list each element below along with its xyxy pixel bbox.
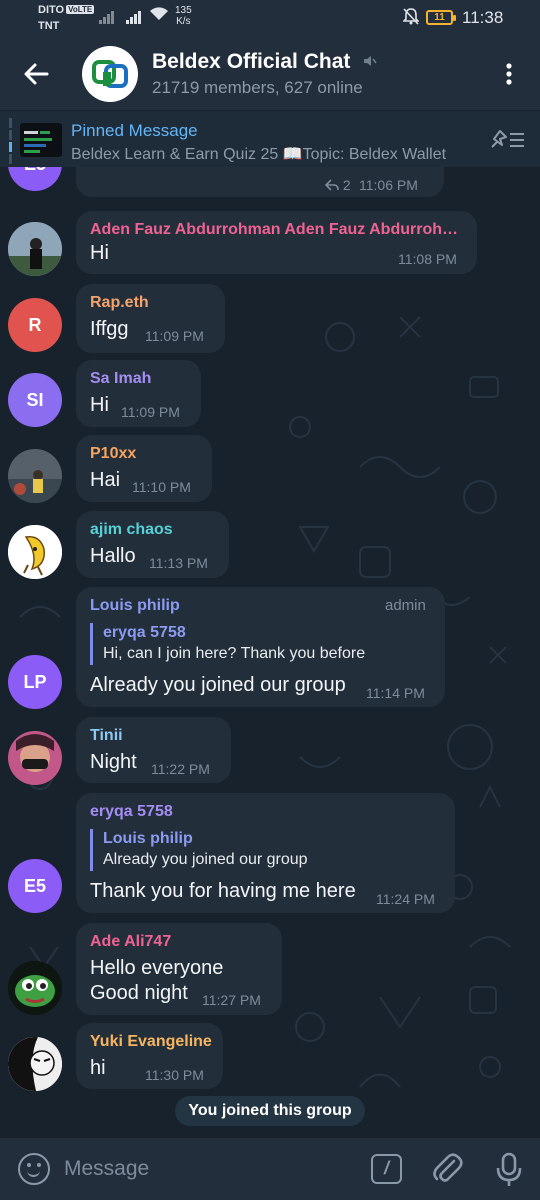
message-sender[interactable]: Yuki Evangeline (90, 1033, 212, 1051)
reply-text: Already you joined our group (103, 851, 308, 868)
message-text: Hallo (90, 545, 136, 567)
message-sender[interactable]: Sa Imah (90, 370, 151, 388)
message-time: 11:22 PM (151, 761, 210, 777)
avatar[interactable]: E5 (8, 859, 62, 913)
message-bubble[interactable]: Yuki Evangeline hi 11:30 PM (76, 1023, 223, 1089)
more-vert-icon (506, 63, 512, 85)
group-avatar[interactable] (82, 46, 138, 102)
battery-icon: 11 (426, 10, 456, 25)
message-text: hi (90, 1057, 106, 1079)
pinned-indicator (9, 118, 12, 164)
message-text-line: Hello everyone (90, 957, 224, 979)
message-text-line: Good night (90, 982, 188, 1004)
status-bar: DITO VoLTE TNT 135 K/s 11 11:38 (0, 0, 540, 38)
message-bubble[interactable]: Sa Imah Hi 11:09 PM (76, 360, 201, 427)
message-text: Hi (90, 394, 109, 416)
more-menu-button[interactable] (494, 58, 524, 90)
message-time: 11:10 PM (132, 479, 191, 495)
carrier-name-2: TNT (38, 20, 60, 32)
message-text: Night (90, 751, 137, 773)
message-bubble[interactable]: ajim chaos Hallo 11:13 PM (76, 511, 229, 578)
message-time: 11:13 PM (149, 555, 208, 571)
avatar[interactable]: R (8, 298, 62, 352)
avatar[interactable] (8, 449, 62, 503)
message-bubble[interactable]: Tinii Night 11:22 PM (76, 717, 231, 783)
reply-text: Hi, can I join here? Thank you before (103, 645, 366, 662)
members-count: 21719 members, 627 online (152, 78, 363, 97)
reply-icon (324, 179, 339, 191)
message-bubble[interactable]: eryqa 5758 Louis philip Already you join… (76, 793, 455, 913)
message-sender[interactable]: Aden Fauz Abdurrohman Aden Fauz Abdurroh… (90, 221, 470, 239)
message-bubble[interactable]: 2 11:06 PM (76, 167, 444, 197)
avatar[interactable] (8, 1037, 62, 1091)
back-button[interactable] (16, 54, 56, 94)
message-sender[interactable]: Rap.eth (90, 294, 149, 312)
avatar[interactable] (8, 961, 62, 1015)
signal-icon-2 (126, 8, 144, 24)
message-sender[interactable]: Tinii (90, 727, 123, 745)
message-time: 11:09 PM (121, 404, 180, 420)
pinned-text: Beldex Learn & Earn Quiz 25 📖Topic: Beld… (71, 146, 447, 163)
message-bubble[interactable]: Ade Ali747 Hello everyone Good night 11:… (76, 923, 282, 1015)
message-time: 11:30 PM (145, 1067, 204, 1083)
admin-badge: admin (385, 597, 426, 614)
message-sender[interactable]: ajim chaos (90, 521, 173, 539)
message-time: 11:24 PM (376, 891, 435, 907)
message-time: 11:27 PM (202, 992, 261, 1008)
do-not-disturb-icon (402, 8, 420, 29)
message-text: Hi (90, 242, 109, 264)
avatar[interactable] (8, 731, 62, 785)
status-clock: 11:38 (462, 8, 504, 27)
wifi-icon (149, 6, 169, 27)
avatar[interactable]: SI (8, 373, 62, 427)
mic-icon[interactable] (494, 1152, 524, 1188)
pinned-thumbnail (20, 123, 62, 157)
message-bubble[interactable]: P10xx Hai 11:10 PM (76, 435, 212, 502)
reply-sender: eryqa 5758 (103, 624, 186, 641)
avatar[interactable] (8, 525, 62, 579)
message-reply-count[interactable]: 2 (324, 177, 351, 193)
service-message: You joined this group (175, 1096, 365, 1126)
message-time: 11:09 PM (145, 328, 204, 344)
message-input[interactable] (64, 1154, 344, 1184)
message-sender[interactable]: Ade Ali747 (90, 933, 171, 951)
pinned-message-bar[interactable]: Pinned Message Beldex Learn & Earn Quiz … (0, 110, 540, 167)
message-bubble[interactable]: Aden Fauz Abdurrohman Aden Fauz Abdurroh… (76, 211, 477, 274)
network-speed: 135 K/s (175, 5, 192, 27)
mute-icon (363, 54, 377, 71)
message-text: Already you joined our group (90, 674, 346, 696)
pinned-list-button[interactable] (490, 127, 526, 153)
beldex-logo-icon (92, 60, 128, 88)
signal-icon-1 (99, 8, 117, 24)
reply-preview[interactable]: Louis philip Already you joined our grou… (90, 829, 308, 871)
emoji-icon[interactable] (18, 1153, 50, 1185)
back-arrow-icon (24, 63, 49, 85)
message-sender[interactable]: Louis philip (90, 597, 180, 615)
message-text: Hai (90, 469, 121, 491)
message-list[interactable]: E5 2 11:06 PM Aden Fauz Abdurrohman Aden… (0, 167, 540, 1138)
chat-header: Beldex Official Chat 21719 members, 627 … (0, 38, 540, 110)
avatar[interactable]: LP (8, 655, 62, 709)
message-composer: / (0, 1138, 540, 1200)
pinned-label: Pinned Message (71, 121, 198, 140)
message-bubble[interactable]: Louis philip admin eryqa 5758 Hi, can I … (76, 587, 445, 707)
avatar[interactable] (8, 222, 62, 276)
message-time: 11:08 PM (398, 251, 457, 267)
message-time: 11:14 PM (366, 685, 425, 701)
message-sender[interactable]: P10xx (90, 445, 136, 463)
message-text: Iffgg (90, 318, 129, 340)
message-sender[interactable]: eryqa 5758 (90, 803, 173, 821)
message-bubble[interactable]: Rap.eth Iffgg 11:09 PM (76, 284, 225, 353)
message-text: Thank you for having me here (90, 880, 356, 902)
message-time: 11:06 PM (359, 177, 418, 193)
attach-icon[interactable] (430, 1152, 464, 1186)
reply-preview[interactable]: eryqa 5758 Hi, can I join here? Thank yo… (90, 623, 365, 665)
bot-command-icon[interactable]: / (371, 1154, 402, 1184)
chat-title[interactable]: Beldex Official Chat (152, 50, 350, 74)
reply-sender: Louis philip (103, 830, 193, 847)
carrier-name-1: DITO VoLTE (38, 4, 95, 16)
volte-badge: VoLTE (66, 5, 95, 14)
unpin-icon (491, 130, 524, 148)
